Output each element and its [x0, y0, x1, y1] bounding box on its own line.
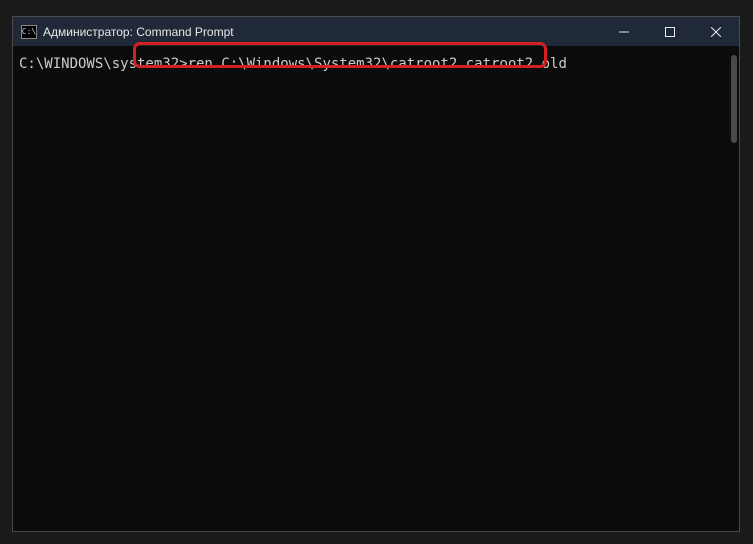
cmd-icon: C:\ — [21, 25, 37, 39]
minimize-icon — [619, 27, 629, 37]
command-prompt-window: C:\ Администратор: Command Prompt — [12, 16, 740, 532]
maximize-icon — [665, 27, 675, 37]
close-button[interactable] — [693, 17, 739, 46]
titlebar-left: C:\ Администратор: Command Prompt — [21, 25, 234, 39]
terminal-body[interactable]: C:\WINDOWS\system32>ren C:\Windows\Syste… — [13, 47, 739, 531]
command-text: ren C:\Windows\System32\catroot2 catroot… — [188, 56, 567, 72]
cmd-icon-label: C:\ — [22, 27, 36, 36]
prompt: C:\WINDOWS\system32> — [19, 56, 188, 72]
window-controls — [601, 17, 739, 46]
titlebar[interactable]: C:\ Администратор: Command Prompt — [13, 17, 739, 47]
scrollbar[interactable] — [731, 55, 737, 143]
maximize-button[interactable] — [647, 17, 693, 46]
minimize-button[interactable] — [601, 17, 647, 46]
window-title: Администратор: Command Prompt — [43, 25, 234, 39]
close-icon — [711, 27, 721, 37]
terminal-line: C:\WINDOWS\system32>ren C:\Windows\Syste… — [19, 55, 739, 73]
